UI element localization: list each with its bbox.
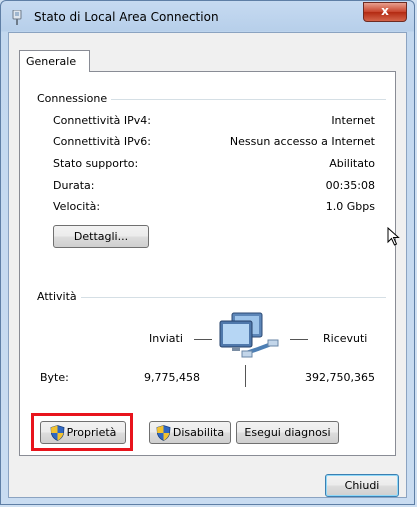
details-button[interactable]: Dettagli...	[53, 225, 149, 248]
bytes-received-value: 392,750,365	[305, 371, 375, 384]
dialog-window: Stato di Local Area Connection x General…	[0, 0, 415, 505]
bytes-separator	[245, 365, 246, 387]
network-connection-icon	[12, 10, 22, 25]
close-button[interactable]: Chiudi	[325, 474, 399, 497]
diagnose-button-label: Esegui diagnosi	[244, 426, 331, 439]
duration-label: Durata:	[53, 179, 95, 192]
ipv6-label: Connettività IPv6:	[53, 135, 152, 148]
general-tab-panel: Connessione Connettività IPv4: Internet …	[19, 71, 396, 456]
ipv6-value: Nessun accesso a Internet	[229, 135, 375, 148]
disable-button-label: Disabilita	[172, 426, 225, 439]
diagnose-button[interactable]: Esegui diagnosi	[236, 421, 339, 444]
received-label: Ricevuti	[323, 332, 368, 345]
connection-group-label: Connessione	[37, 92, 112, 105]
media-state-value: Abilitato	[329, 157, 375, 170]
speed-label: Velocità:	[53, 200, 101, 213]
close-window-button[interactable]: x	[363, 2, 407, 22]
received-line	[290, 339, 308, 340]
speed-value: 1.0 Gbps	[325, 200, 375, 213]
uac-shield-icon	[156, 424, 171, 441]
disable-button[interactable]: Disabilita	[149, 421, 231, 444]
window-title: Stato di Local Area Connection	[34, 10, 219, 24]
title-bar[interactable]: Stato di Local Area Connection x	[1, 1, 414, 33]
properties-highlight-box	[31, 413, 133, 451]
duration-value: 00:35:08	[325, 179, 375, 192]
activity-group-label: Attività	[37, 290, 81, 303]
bytes-sent-value: 9,775,458	[144, 371, 200, 384]
sent-line	[194, 339, 212, 340]
close-icon: x	[381, 4, 389, 18]
sent-label: Inviati	[149, 332, 183, 345]
ipv4-value: Internet	[331, 114, 375, 127]
network-computers-icon	[219, 312, 279, 358]
ipv4-label: Connettività IPv4:	[53, 114, 152, 127]
activity-group-divider	[37, 297, 386, 298]
mouse-cursor-icon	[387, 227, 400, 246]
media-state-label: Stato supporto:	[53, 157, 139, 170]
tab-general[interactable]: Generale	[19, 50, 90, 72]
details-button-label: Dettagli...	[73, 230, 129, 243]
bytes-label: Byte:	[40, 371, 69, 384]
tab-general-label: Generale	[26, 55, 77, 68]
close-button-label: Chiudi	[344, 479, 380, 492]
